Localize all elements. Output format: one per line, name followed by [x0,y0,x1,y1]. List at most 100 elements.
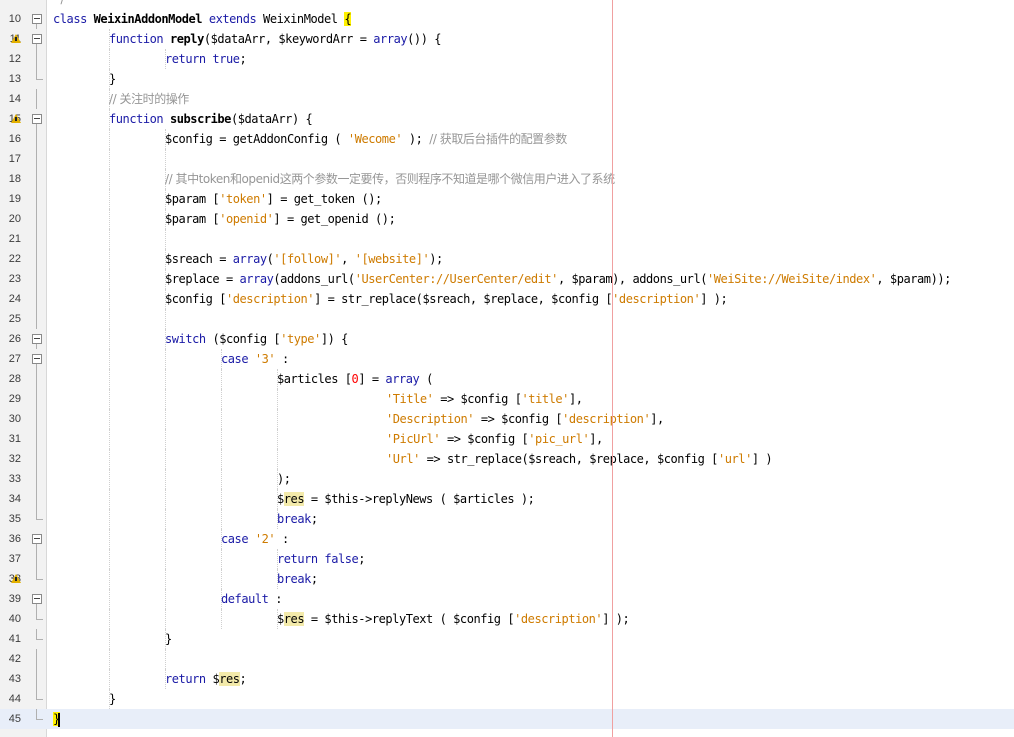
code-line[interactable]: 40 $res = $this->replyText ( $config ['de… [0,609,1014,629]
indent-guide [221,609,222,629]
indent-guide [109,289,110,309]
code-line[interactable]: 32 'Url' => str_replace($sreach, $replace… [0,449,1014,469]
line-number: 22 [8,253,21,265]
code-line[interactable]: 33); [0,469,1014,489]
code-line[interactable]: 41} [0,629,1014,649]
line-number: 18 [8,173,21,185]
keyword-token: return [165,672,213,686]
keyword-token: case [221,352,255,366]
line-number: 45 [8,713,21,725]
code-line[interactable]: 39 default : [0,589,1014,609]
code-line[interactable]: 37 return false; [0,549,1014,569]
code-text: // 其中token和openid这两个参数一定要传，否则程序不知道是哪个微信用… [165,169,615,189]
warning-icon[interactable] [11,114,21,123]
string-token: 'Description' [386,412,475,426]
code-line[interactable]: 42 [0,649,1014,669]
indent-guide [109,489,110,509]
code-line[interactable]: 28 $articles [0] = array ( [0,369,1014,389]
code-line[interactable]: 15 function subscribe($dataArr) { [0,109,1014,129]
code-editor[interactable]: */ 10 class WeixinAddonModel extends Weixi… [0,0,1014,737]
code-line[interactable]: 11 function reply($dataArr, $keywordArr =… [0,29,1014,49]
code-line[interactable]: 24 $config ['description'] = str_replace(… [0,289,1014,309]
code-line[interactable]: 16 $config = getAddonConfig ( 'Wecome' );… [0,129,1014,149]
keyword-token: array [232,252,267,266]
code-line[interactable]: 29 'Title' => $config ['title'], [0,389,1014,409]
code-line[interactable]: 21 [0,229,1014,249]
code-line[interactable]: 12 return true; [0,49,1014,69]
code-line[interactable]: 23 $replace = array(addons_url('UserCente… [0,269,1014,289]
code-line[interactable]: 25 [0,309,1014,329]
code-token: ], [589,432,603,446]
code-line[interactable]: 34 $res = $this->replyNews ( $articles ); [0,489,1014,509]
warning-icon[interactable] [11,34,21,43]
code-token: ] = [358,372,386,386]
keyword-token: function [109,112,170,126]
code-token: ; [310,512,318,526]
code-line[interactable]: 27 case '3' : [0,349,1014,369]
fold-toggle-icon[interactable] [32,594,42,604]
code-line[interactable]: 20 $param ['openid'] = get_openid (); [0,209,1014,229]
fold-toggle-icon[interactable] [32,334,42,344]
code-text: return $res; [165,669,247,689]
code-line[interactable]: 38 break; [0,569,1014,589]
line-number: 25 [8,313,21,325]
string-token: '3' [254,352,276,366]
indent-guide [165,589,166,609]
line-number: 33 [8,473,21,485]
indent-guide [165,609,166,629]
warning-icon[interactable] [11,574,21,583]
code-line-partial: */ [0,0,1014,9]
indent-guide [165,529,166,549]
string-token: 'PicUrl' [386,432,441,446]
indent-guide [109,349,110,369]
code-line[interactable]: 13} [0,69,1014,89]
code-token: ] = get_token (); [266,192,383,206]
string-token: 'description' [562,412,651,426]
code-line[interactable]: 45} [0,709,1014,729]
code-line[interactable]: 36 case '2' : [0,529,1014,549]
code-line[interactable]: 44} [0,689,1014,709]
code-text: 'Url' => str_replace($sreach, $replace, … [386,449,773,469]
code-token: => $config [ [474,412,563,426]
fold-connector [36,489,37,509]
indent-guide [277,389,278,409]
fold-toggle-icon[interactable] [32,14,42,24]
indent-guide [109,269,110,289]
code-line[interactable]: 19 $param ['token'] = get_token (); [0,189,1014,209]
code-line[interactable]: 31 'PicUrl' => $config ['pic_url'], [0,429,1014,449]
code-line[interactable]: 35 break; [0,509,1014,529]
line-number: 41 [8,633,21,645]
indent-guide [221,389,222,409]
fold-connector [36,449,37,469]
fold-toggle-icon[interactable] [32,534,42,544]
keyword-token: array [239,272,274,286]
code-line[interactable]: 43 return $res; [0,669,1014,689]
code-line[interactable]: 30 'Description' => $config ['description… [0,409,1014,429]
indent-guide [109,249,110,269]
code-token: ($config [ [212,332,281,346]
code-line[interactable]: 26 switch ($config ['type']) { [0,329,1014,349]
indent-guide [165,309,166,329]
indent-guide [109,309,110,329]
fold-toggle-icon[interactable] [32,114,42,124]
indent-guide [109,429,110,449]
code-line[interactable]: 10 class WeixinAddonModel extends WeixinM… [0,9,1014,29]
indent-guide [221,509,222,529]
code-line[interactable]: 17 [0,149,1014,169]
code-token: } [109,692,116,706]
indent-guide [109,189,110,209]
indent-guide [165,469,166,489]
code-token: , $param), addons_url( [557,272,707,286]
line-number: 44 [8,693,21,705]
fold-toggle-icon[interactable] [32,34,42,44]
code-line[interactable]: 18 // 其中token和openid这两个参数一定要传，否则程序不知道是哪个微… [0,169,1014,189]
function-name-token: WeixinAddonModel [93,12,203,26]
line-number: 43 [8,673,21,685]
code-line[interactable]: 14 // 关注时的操作 [0,89,1014,109]
highlighted-identifier: res [219,672,240,686]
keyword-token: return true [165,52,240,66]
string-token: 'description' [225,292,315,306]
code-line[interactable]: 22 $sreach = array('[follow]', '[website]… [0,249,1014,269]
code-token: WeixinModel [263,12,345,26]
fold-toggle-icon[interactable] [32,354,42,364]
